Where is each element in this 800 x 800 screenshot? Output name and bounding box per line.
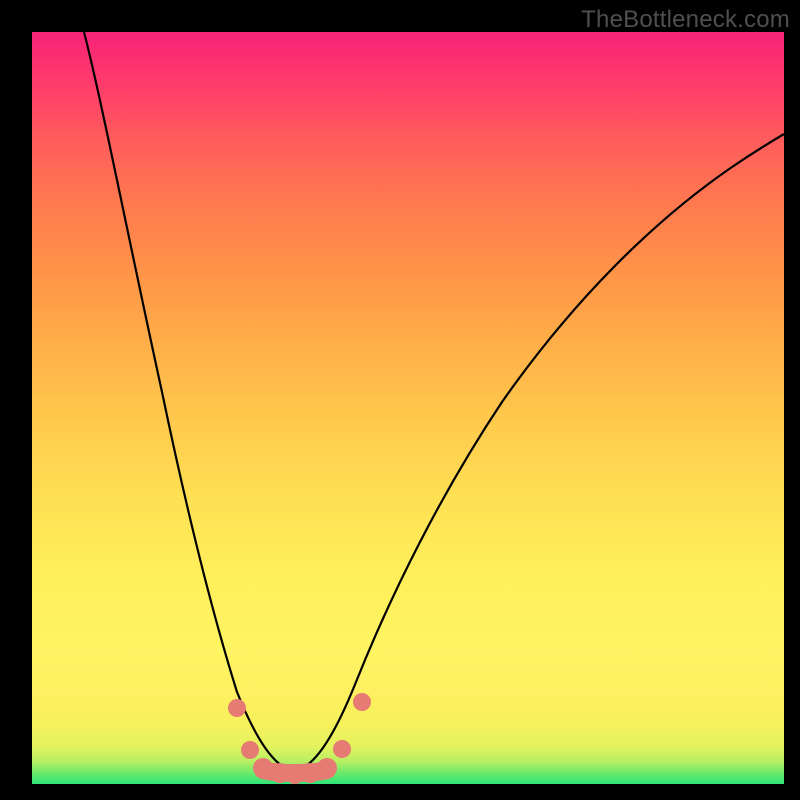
plot-area: [32, 32, 784, 784]
marker-dot: [241, 741, 259, 759]
marker-dot: [333, 740, 351, 758]
marker-dot: [228, 699, 246, 717]
marker-dot: [353, 693, 371, 711]
chart-frame: TheBottleneck.com: [0, 0, 800, 800]
watermark-text: TheBottleneck.com: [581, 6, 790, 34]
curve-svg: [32, 32, 784, 784]
marker-dot: [317, 758, 337, 778]
bottleneck-curve: [84, 32, 784, 772]
marker-dot: [253, 758, 273, 778]
marker-dot: [300, 763, 320, 783]
